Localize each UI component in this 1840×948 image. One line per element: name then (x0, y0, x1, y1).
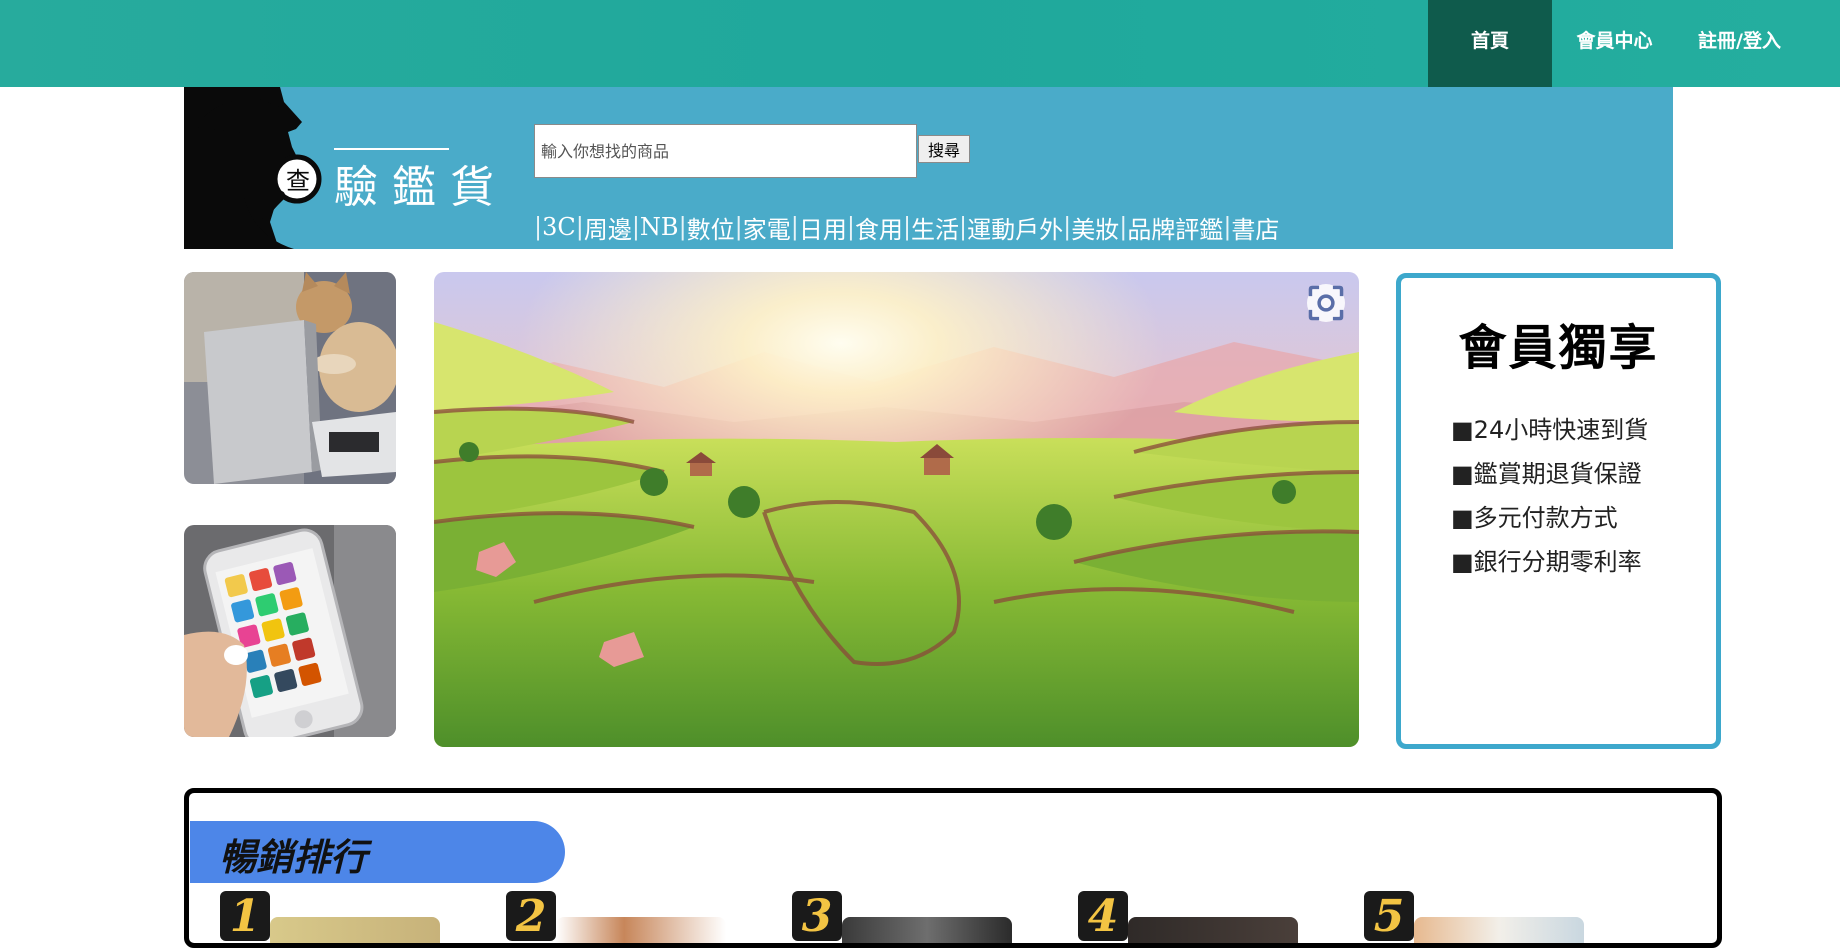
category-3c[interactable]: 3C (542, 213, 576, 241)
category-bar: | 3C | 周邊 | NB | 數位 | 家電 | 日用 | 食用 | 生活 | 運動戶外 | 美妝 | 品牌評鑑 | 書店 (534, 210, 1279, 244)
logo-text: 驗鑑貨 (334, 162, 508, 213)
category-separator: | (631, 213, 640, 241)
header-banner: 查 驗鑑貨 搜尋 |3C|周邊|NB|數位|家電|日用|食用|生活|運動戶外|美… (184, 87, 1673, 249)
category-digital[interactable]: 數位 (687, 210, 735, 245)
lens-icon[interactable] (1307, 284, 1345, 322)
rank-number-badge: 4 (1078, 891, 1128, 942)
rank-item[interactable]: 3 (792, 891, 1012, 943)
rank-product-image (556, 917, 726, 943)
rank-number-badge: 1 (220, 891, 270, 942)
category-separator: | (846, 213, 855, 241)
lens-icon-glyph (1308, 285, 1344, 321)
best-seller-title: 暢銷排行 (219, 836, 367, 879)
rank-number-badge: 3 (792, 891, 842, 942)
best-seller-section: 暢銷排行 1 2 3 4 5 (184, 788, 1722, 948)
cat-laptop-image (184, 272, 396, 484)
rank-item[interactable]: 1 (220, 891, 440, 943)
member-perk-item: ■多元付款方式 (1451, 504, 1618, 532)
category-daily[interactable]: 日用 (799, 210, 847, 245)
category-separator: | (1223, 213, 1232, 241)
category-separator: | (678, 213, 687, 241)
search-button[interactable]: 搜尋 (918, 135, 970, 163)
category-brand-review[interactable]: 品牌評鑑 (1127, 210, 1223, 245)
category-separator: | (1063, 213, 1072, 241)
rank-product-image (842, 917, 1012, 943)
member-perk-item: ■銀行分期零利率 (1451, 548, 1642, 576)
rank-product-image (270, 917, 440, 943)
top-navigation-bar: 首頁 會員中心 註冊/登入 (0, 0, 1840, 87)
category-peripherals[interactable]: 周邊 (584, 210, 632, 245)
category-separator: | (790, 213, 799, 241)
nav-home[interactable]: 首頁 (1428, 0, 1552, 87)
toy-phone-image (184, 525, 396, 737)
category-separator: | (1119, 213, 1128, 241)
category-beauty[interactable]: 美妝 (1071, 210, 1119, 245)
rank-item[interactable]: 2 (506, 891, 726, 943)
category-separator: | (959, 213, 968, 241)
category-outdoor[interactable]: 運動戶外 (967, 210, 1063, 245)
member-panel-title: 會員獨享 (1458, 320, 1659, 376)
category-appliances[interactable]: 家電 (743, 210, 791, 245)
member-exclusive-panel: 會員獨享 ■24小時快速到貨 ■鑑賞期退貨保證 ■多元付款方式 ■銀行分期零利率 (1396, 273, 1721, 749)
category-bookstore[interactable]: 書店 (1231, 210, 1279, 245)
search-input[interactable] (534, 124, 917, 178)
thumbnail-cat-laptop[interactable] (184, 272, 396, 484)
member-perk-list: ■24小時快速到貨 ■鑑賞期退貨保證 ■多元付款方式 ■銀行分期零利率 (1451, 408, 1648, 584)
member-perk-item: ■鑑賞期退貨保證 (1451, 460, 1642, 488)
rank-product-image (1128, 917, 1298, 943)
category-separator: | (734, 213, 743, 241)
rank-number-badge: 5 (1364, 891, 1414, 942)
svg-text:查: 查 (286, 167, 310, 195)
category-separator: | (534, 213, 543, 241)
hero-banner-image[interactable] (434, 272, 1359, 747)
rank-number-badge: 2 (506, 891, 556, 942)
site-logo[interactable]: 查 驗鑑貨 (184, 87, 504, 249)
member-perk-item: ■24小時快速到貨 (1451, 416, 1649, 444)
thumbnail-toy-phone[interactable] (184, 525, 396, 737)
top-nav-menu: 首頁 會員中心 註冊/登入 (1428, 0, 1802, 87)
nav-member-center[interactable]: 會員中心 (1552, 0, 1677, 87)
rank-product-image (1414, 917, 1584, 943)
best-seller-heading: 暢銷排行 (190, 821, 565, 883)
rice-terrace-illustration (434, 272, 1359, 747)
rank-item[interactable]: 4 (1078, 891, 1298, 943)
category-life[interactable]: 生活 (911, 210, 959, 245)
nav-register-login[interactable]: 註冊/登入 (1677, 0, 1802, 87)
category-separator: | (575, 213, 584, 241)
rank-item[interactable]: 5 (1364, 891, 1584, 943)
category-separator: | (902, 213, 912, 241)
category-nb[interactable]: NB (640, 213, 679, 241)
category-food[interactable]: 食用 (855, 210, 903, 245)
